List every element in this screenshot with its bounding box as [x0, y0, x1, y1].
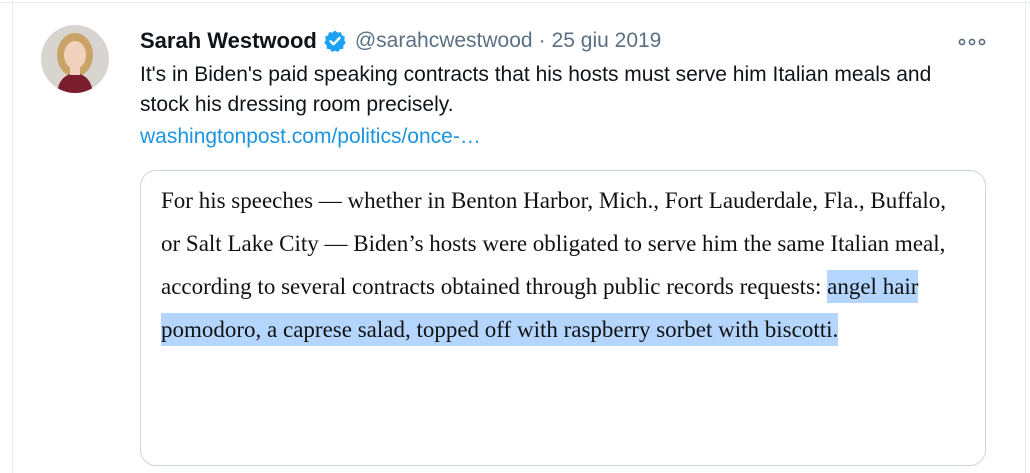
tweet-header: Sarah Westwood @sarahcwestwood · 25 giu … [140, 26, 661, 56]
top-divider [0, 2, 1030, 3]
avatar[interactable] [41, 25, 109, 93]
left-divider [12, 0, 13, 473]
avatar-photo [41, 25, 109, 93]
separator-dot: · [538, 29, 546, 52]
more-options-icon[interactable] [954, 30, 990, 54]
quoted-article-text: For his speeches — whether in Benton Har… [161, 179, 961, 351]
display-name[interactable]: Sarah Westwood [140, 28, 317, 54]
tweet-date[interactable]: 25 giu 2019 [552, 29, 662, 53]
tweet-text: It's in Biden's paid speaking contracts … [140, 63, 932, 116]
quoted-image-card[interactable]: For his speeches — whether in Benton Har… [140, 170, 986, 466]
article-link[interactable]: washingtonpost.com/politics/once-… [140, 122, 481, 152]
user-handle[interactable]: @sarahcwestwood [355, 29, 533, 53]
right-divider [1025, 0, 1026, 473]
tweet: Sarah Westwood @sarahcwestwood · 25 giu … [0, 0, 1030, 473]
verified-badge-icon [323, 29, 347, 53]
